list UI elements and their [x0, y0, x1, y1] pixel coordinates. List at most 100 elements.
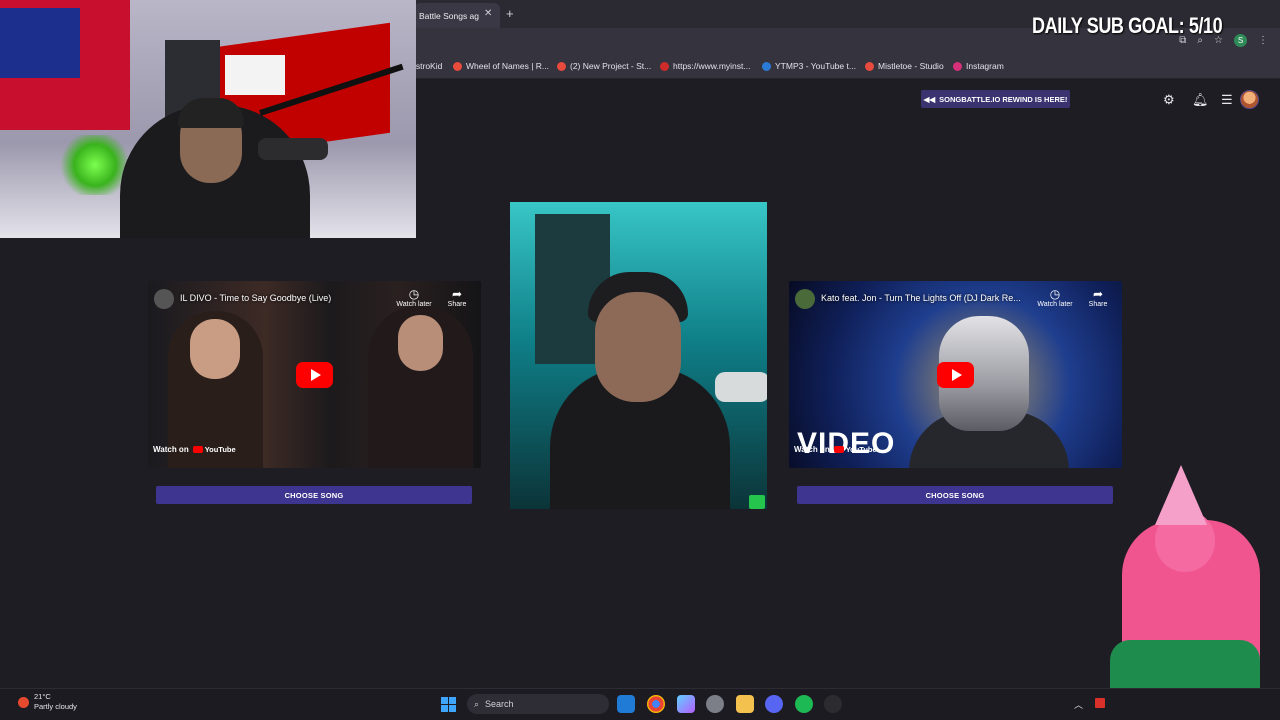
bookmark-label: istroKid	[414, 61, 443, 71]
youtube-wordmark: YouTube	[845, 445, 877, 454]
watch-on-youtube-link[interactable]: Watch on YouTube	[794, 445, 877, 454]
microphone-icon	[715, 372, 767, 402]
choose-song-right-button[interactable]: CHOOSE SONG	[797, 486, 1113, 504]
choose-song-left-button[interactable]: CHOOSE SONG	[156, 486, 472, 504]
webcam-person	[595, 292, 681, 402]
tray-app-icon[interactable]	[1095, 698, 1105, 708]
share-arrow-icon: ➦	[451, 287, 463, 301]
profile-avatar[interactable]: S	[1234, 34, 1247, 47]
bookmark-favicon-icon	[865, 61, 874, 71]
video-player-left[interactable]: IL DIVO - Time to Say Goodbye (Live) ◷ Wa…	[148, 281, 481, 468]
watch-later-label: Watch later	[1037, 301, 1073, 308]
share-label: Share	[1088, 301, 1108, 308]
video-title[interactable]: Kato feat. Jon - Turn The Lights Off (DJ…	[821, 293, 1021, 303]
channel-avatar[interactable]	[795, 289, 815, 309]
watch-on-youtube-link[interactable]: Watch on YouTube	[153, 445, 236, 454]
daily-sub-goal-overlay: DAILY SUB GOAL: 5/10	[1032, 13, 1223, 38]
video-player-right[interactable]: Kato feat. Jon - Turn The Lights Off (DJ…	[789, 281, 1122, 468]
rewind-banner-button[interactable]: ◀◀ SONGBATTLE.IO REWIND IS HERE!	[921, 90, 1070, 108]
youtube-wordmark: YouTube	[204, 445, 236, 454]
tonga-flag	[225, 55, 285, 95]
browser-menu-icon[interactable]: ⋮	[1258, 35, 1268, 46]
new-tab-icon[interactable]: +	[506, 6, 514, 21]
youtube-logo-icon: YouTube	[192, 445, 236, 454]
channel-avatar[interactable]	[154, 289, 174, 309]
streamer-webcam-overlay	[0, 0, 416, 238]
tray-chevron-up-icon[interactable]: ︿	[1074, 698, 1083, 711]
file-explorer-icon[interactable]	[736, 695, 754, 713]
youtube-mark-icon	[833, 446, 844, 453]
bookmark-label: Instagram	[966, 61, 1004, 71]
bookmark-label: (2) New Project - St...	[570, 61, 652, 71]
search-icon: ⌕	[474, 698, 480, 709]
youtube-play-icon[interactable]	[937, 362, 974, 388]
settings-gear-icon[interactable]: ⚙	[1163, 92, 1175, 108]
search-placeholder: Search	[485, 699, 514, 709]
video-overlay-word: VIDEO	[797, 427, 896, 460]
watch-on-label: Watch on	[153, 445, 189, 454]
bookmark-item[interactable]: YTMP3 - YouTube t...	[762, 61, 856, 71]
rewind-icon: ◀◀	[923, 94, 936, 104]
obs-icon[interactable]	[824, 695, 842, 713]
bookmark-favicon-icon	[453, 61, 462, 71]
watch-later-label: Watch later	[396, 301, 432, 308]
spotify-icon[interactable]	[795, 695, 813, 713]
bookmark-label: Wheel of Names | R...	[466, 61, 549, 71]
chrome-icon[interactable]	[647, 695, 665, 713]
green-badge-icon	[749, 495, 765, 509]
microphone-icon	[258, 138, 328, 160]
youtube-logo-icon: YouTube	[833, 445, 877, 454]
video-thumbnail-figure	[398, 315, 443, 371]
bookmark-item[interactable]: Wheel of Names | R...	[453, 61, 549, 71]
rewind-banner-label: SONGBATTLE.IO REWIND IS HERE!	[939, 94, 1068, 104]
bookmark-favicon-icon	[762, 61, 771, 71]
corner-webcam-overlay	[1100, 465, 1268, 690]
video-thumbnail-figure	[190, 319, 240, 379]
windows-start-icon[interactable]	[441, 697, 456, 712]
share-button[interactable]: ➦ Share	[442, 287, 472, 308]
page: Battle Songs ag ✕ + ⧉ ⌕ ☆ S ⋮ istroKid W…	[0, 0, 1280, 720]
hamburger-menu-icon[interactable]: ☰	[1221, 92, 1233, 108]
party-hat	[1155, 465, 1207, 525]
youtube-play-icon[interactable]	[296, 362, 333, 388]
weather-text: 21°C Partly cloudy	[34, 692, 77, 712]
webcam-person	[1110, 640, 1260, 690]
bookmark-label: https://www.myinst...	[673, 61, 751, 71]
video-title[interactable]: IL DIVO - Time to Say Goodbye (Live)	[180, 293, 331, 303]
settings-app-icon[interactable]	[706, 695, 724, 713]
instagram-icon	[953, 61, 962, 71]
taskbar-search[interactable]: ⌕ Search	[467, 694, 609, 714]
user-avatar[interactable]	[1240, 90, 1259, 109]
notifications-bell-icon[interactable]: 🔔︎	[1192, 92, 1209, 108]
share-button[interactable]: ➦ Share	[1083, 287, 1113, 308]
edge-icon[interactable]	[617, 695, 635, 713]
copilot-icon[interactable]	[677, 695, 695, 713]
bookmark-item[interactable]: istroKid	[414, 61, 442, 71]
tab-close-icon[interactable]: ✕	[484, 8, 492, 19]
weather-condition: Partly cloudy	[34, 702, 77, 711]
weather-widget[interactable]: 21°C Partly cloudy	[18, 692, 77, 712]
temperature: 21°C	[34, 692, 51, 701]
bookmark-label: Mistletoe - Studio	[878, 61, 944, 71]
watch-later-button[interactable]: ◷ Watch later	[394, 287, 434, 308]
center-webcam-feed	[510, 202, 767, 509]
bookmark-item[interactable]: https://www.myinst...	[660, 61, 750, 71]
discord-icon[interactable]	[765, 695, 783, 713]
weather-icon	[18, 696, 29, 708]
windows-taskbar	[0, 688, 1280, 720]
bookmark-label: YTMP3 - YouTube t...	[775, 61, 856, 71]
youtube-mark-icon	[192, 446, 203, 453]
watch-on-label: Watch on	[794, 445, 830, 454]
bookmark-item[interactable]: Mistletoe - Studio	[865, 61, 944, 71]
bookmark-item[interactable]: (2) New Project - St...	[557, 61, 651, 71]
bookmark-item[interactable]: Instagram	[953, 61, 1004, 71]
samoa-flag	[0, 8, 80, 78]
share-arrow-icon: ➦	[1092, 287, 1104, 301]
webcam-person	[178, 98, 244, 128]
share-label: Share	[447, 301, 467, 308]
bookmark-favicon-icon	[557, 61, 566, 71]
clock-icon: ◷	[408, 287, 420, 301]
clock-icon: ◷	[1049, 287, 1061, 301]
watch-later-button[interactable]: ◷ Watch later	[1035, 287, 1075, 308]
bookmark-favicon-icon	[660, 61, 669, 71]
